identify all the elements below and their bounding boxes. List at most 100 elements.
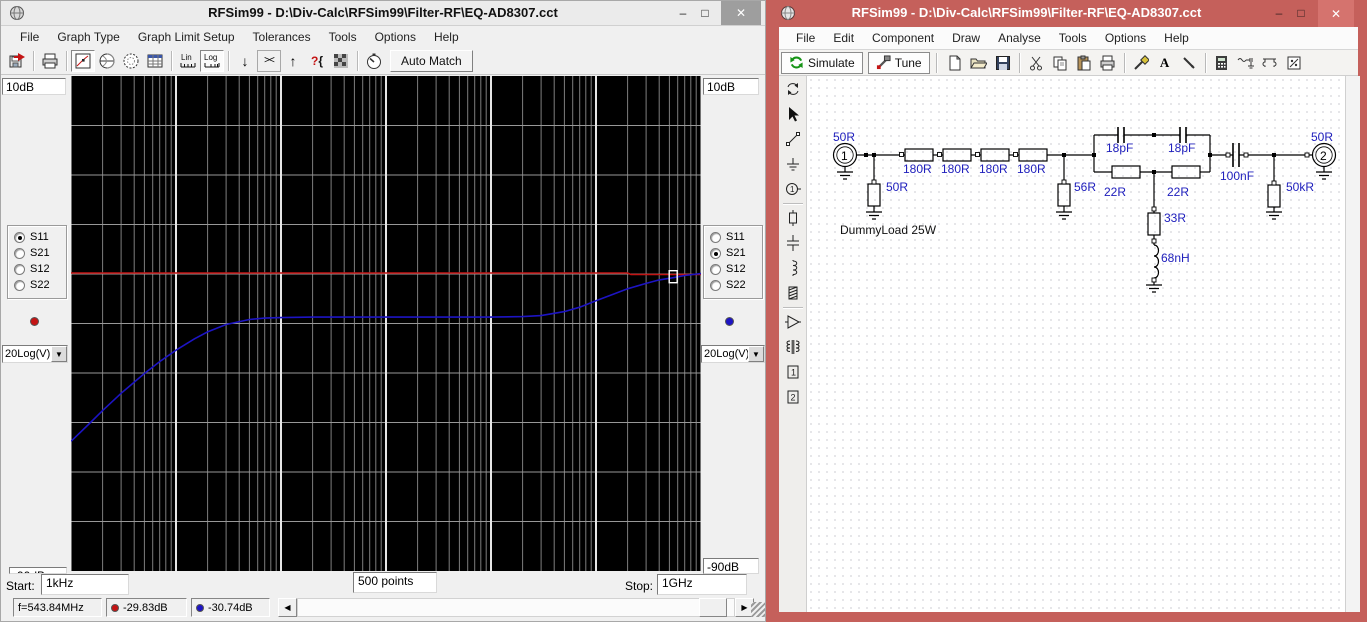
minimize-button[interactable]: – <box>1270 4 1288 22</box>
maximize-button[interactable]: □ <box>1292 4 1310 22</box>
rpar1-label: 22R <box>1104 185 1126 199</box>
new-icon[interactable] <box>943 52 967 74</box>
graph-plot[interactable] <box>71 76 701 571</box>
paste-icon[interactable] <box>1072 52 1096 74</box>
schematic-canvas[interactable]: 1 2 50R 50R 180R 180R 180R 180R 56R 18pF… <box>807 76 1345 612</box>
table-icon[interactable] <box>143 50 167 72</box>
right-top-scale[interactable]: 10dB <box>703 78 759 95</box>
erase-icon[interactable] <box>1129 52 1153 74</box>
radio-s12[interactable]: S12 <box>14 261 62 277</box>
simulate-button[interactable]: Simulate <box>781 52 863 74</box>
close-button[interactable]: ✕ <box>721 1 761 25</box>
crystal-icon[interactable] <box>781 281 805 305</box>
wire-icon[interactable] <box>781 127 805 151</box>
coupler-design-icon[interactable] <box>1282 52 1306 74</box>
menu-tools[interactable]: Tools <box>1050 29 1096 47</box>
subcircuit2-icon[interactable]: 2 <box>781 385 805 409</box>
ground-icon[interactable] <box>781 152 805 176</box>
log-scale-icon[interactable]: Log <box>200 50 224 72</box>
menu-file[interactable]: File <box>11 28 48 46</box>
resistor-icon[interactable] <box>781 206 805 230</box>
minimize-button[interactable]: – <box>673 4 693 22</box>
capacitor-icon[interactable] <box>781 231 805 255</box>
cursor-scrollbar-thumb[interactable] <box>699 598 727 617</box>
pointer-icon[interactable] <box>781 102 805 126</box>
stop-input[interactable]: 1GHz <box>657 574 747 595</box>
resize-grip[interactable] <box>751 602 765 617</box>
left-bottom-scale[interactable]: -90dB <box>9 567 67 574</box>
amplifier-icon[interactable] <box>781 310 805 334</box>
menu-analyse[interactable]: Analyse <box>989 29 1050 47</box>
schematic-window-titlebar[interactable]: RFSim99 - D:\Div-Calc\RFSim99\Filter-RF\… <box>766 0 1367 27</box>
menu-tools[interactable]: Tools <box>320 28 366 46</box>
cut-icon[interactable] <box>1024 52 1048 74</box>
radio-s11[interactable]: S11 <box>14 229 62 245</box>
right-format-dropdown[interactable]: 20Log(V)▼ <box>701 345 765 363</box>
stop-label: Stop: <box>625 579 653 593</box>
close-button[interactable]: ✕ <box>1318 0 1354 27</box>
save-export-icon[interactable] <box>5 50 29 72</box>
copy-icon[interactable] <box>1048 52 1072 74</box>
auto-match-button[interactable]: Auto Match <box>390 50 473 72</box>
linear-scale-icon[interactable]: Lin <box>176 50 200 72</box>
zoom-out-icon[interactable]: ↓ <box>233 50 257 72</box>
smith-chart-icon[interactable] <box>95 50 119 72</box>
s-parameter-graph[interactable] <box>71 76 701 571</box>
radio-s12[interactable]: S12 <box>710 261 758 277</box>
menu-help[interactable]: Help <box>1155 29 1198 47</box>
menu-help[interactable]: Help <box>425 28 468 46</box>
query-icon[interactable]: ?{ <box>305 50 329 72</box>
print-icon[interactable] <box>38 50 62 72</box>
left-top-scale[interactable]: 10dB <box>2 78 66 95</box>
schematic-drawing: 1 2 50R 50R 180R 180R 180R 180R 56R 18pF… <box>807 76 1345 612</box>
tolerance-icon[interactable] <box>329 50 353 72</box>
port-icon[interactable]: 1 <box>781 177 805 201</box>
points-input[interactable]: 500 points <box>353 572 437 593</box>
menu-graph-limit-setup[interactable]: Graph Limit Setup <box>129 28 244 46</box>
compass-icon[interactable] <box>362 50 386 72</box>
canvas-vscrollbar[interactable]: ▲ <box>1345 76 1360 612</box>
line-tool-icon[interactable] <box>1177 52 1201 74</box>
inductor-icon[interactable] <box>781 256 805 280</box>
cursor-scrollbar-track[interactable] <box>297 598 735 617</box>
radio-s11[interactable]: S11 <box>710 229 758 245</box>
open-icon[interactable] <box>967 52 991 74</box>
menu-edit[interactable]: Edit <box>824 29 863 47</box>
save-icon[interactable] <box>991 52 1015 74</box>
tune-button[interactable]: Tune <box>868 52 930 74</box>
menu-tolerances[interactable]: Tolerances <box>244 28 320 46</box>
menu-options[interactable]: Options <box>1096 29 1155 47</box>
print-icon[interactable] <box>1096 52 1120 74</box>
toolbar-separator <box>33 51 34 71</box>
zoom-fit-icon[interactable]: >< <box>257 50 281 72</box>
menu-graph-type[interactable]: Graph Type <box>48 28 128 46</box>
menu-options[interactable]: Options <box>366 28 425 46</box>
left-format-dropdown[interactable]: 20Log(V)▼ <box>2 345 68 363</box>
maximize-button[interactable]: □ <box>695 4 715 22</box>
radio-s22[interactable]: S22 <box>14 277 62 293</box>
menu-draw[interactable]: Draw <box>943 29 989 47</box>
text-tool-icon[interactable]: A <box>1153 52 1177 74</box>
calculator-icon[interactable] <box>1210 52 1234 74</box>
zoom-in-icon[interactable]: ↑ <box>281 50 305 72</box>
menu-component[interactable]: Component <box>863 29 943 47</box>
radio-s22[interactable]: S22 <box>710 277 758 293</box>
subcircuit1-icon[interactable]: 1 <box>781 360 805 384</box>
chevron-down-icon[interactable]: ▼ <box>748 346 764 362</box>
start-input[interactable]: 1kHz <box>41 574 129 595</box>
menu-file[interactable]: File <box>787 29 824 47</box>
radio-s21[interactable]: S21 <box>14 245 62 261</box>
filter-design-icon[interactable] <box>1234 52 1258 74</box>
polar-chart-icon[interactable] <box>119 50 143 72</box>
rotate-icon[interactable] <box>781 77 805 101</box>
radio-s21[interactable]: S21 <box>710 245 758 261</box>
transformer-icon[interactable] <box>781 335 805 359</box>
rect-graph-icon[interactable] <box>71 50 95 72</box>
series2-label: 180R <box>941 162 970 176</box>
right-bottom-scale[interactable]: -90dB <box>703 558 759 574</box>
scroll-left-arrow[interactable]: ◀ <box>278 598 297 617</box>
attenuator-design-icon[interactable] <box>1258 52 1282 74</box>
graph-window-titlebar[interactable]: RFSim99 - D:\Div-Calc\RFSim99\Filter-RF\… <box>1 1 765 26</box>
app-icon <box>780 5 796 21</box>
chevron-down-icon[interactable]: ▼ <box>51 346 67 362</box>
